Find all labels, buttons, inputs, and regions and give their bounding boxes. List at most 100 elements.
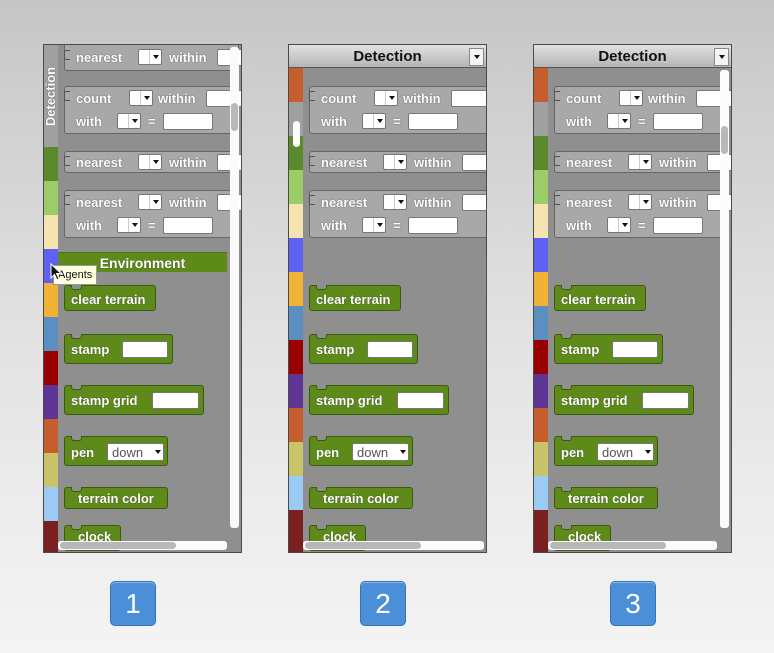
nearest-within-block[interactable]: nearest within — [554, 151, 731, 173]
agent-type-dropdown[interactable] — [619, 90, 643, 106]
stamp-block[interactable]: stamp — [64, 334, 173, 364]
stamp-block[interactable]: stamp — [554, 334, 663, 364]
trait-value-input[interactable] — [653, 113, 703, 130]
stamp-grid-input[interactable] — [152, 392, 199, 409]
trait-value-input[interactable] — [653, 217, 703, 234]
horizontal-scrollbar[interactable] — [548, 541, 717, 550]
pen-state-dropdown[interactable]: down — [597, 443, 654, 461]
trait-dropdown[interactable] — [607, 217, 631, 233]
count-within-block[interactable]: count within with = — [64, 86, 241, 134]
category-swatch[interactable] — [534, 170, 548, 204]
category-swatch[interactable] — [289, 340, 303, 374]
nearest-within-with-block[interactable]: nearest within with = — [554, 190, 731, 238]
category-swatch[interactable] — [44, 385, 58, 419]
count-within-block[interactable]: count within with = — [309, 86, 486, 134]
agent-type-dropdown[interactable] — [138, 49, 162, 65]
terrain-color-block[interactable]: terrain color — [64, 487, 168, 509]
category-swatch[interactable] — [44, 283, 58, 317]
horizontal-scrollbar[interactable] — [58, 541, 227, 550]
category-swatch[interactable] — [289, 306, 303, 340]
pen-block[interactable]: pen down — [309, 436, 413, 466]
agent-type-dropdown[interactable] — [383, 154, 407, 170]
nearest-within-block[interactable]: nearest within — [64, 151, 241, 173]
scrollbar-thumb[interactable] — [305, 542, 421, 549]
category-dropdown-header[interactable]: Detection — [289, 45, 486, 68]
pen-block[interactable]: pen down — [64, 436, 168, 466]
category-swatch[interactable] — [44, 453, 58, 487]
category-swatch[interactable] — [289, 374, 303, 408]
scrollbar-thumb[interactable] — [60, 542, 176, 549]
category-swatch[interactable] — [289, 272, 303, 306]
horizontal-scrollbar[interactable] — [303, 541, 484, 550]
stamp-grid-block[interactable]: stamp grid — [554, 385, 694, 415]
agent-type-dropdown[interactable] — [628, 194, 652, 210]
vertical-scrollbar[interactable] — [720, 70, 729, 528]
clear-terrain-block[interactable]: clear terrain — [64, 285, 156, 311]
category-swatch-detection[interactable] — [534, 102, 548, 136]
category-swatch[interactable] — [289, 510, 303, 552]
within-distance-input[interactable] — [462, 194, 486, 211]
agent-type-dropdown[interactable] — [628, 154, 652, 170]
category-swatch[interactable] — [44, 215, 58, 249]
agent-type-dropdown[interactable] — [138, 194, 162, 210]
category-swatch-agents[interactable] — [289, 238, 303, 272]
trait-value-input[interactable] — [408, 113, 458, 130]
stamp-grid-block[interactable]: stamp grid — [64, 385, 204, 415]
clear-terrain-block[interactable]: clear terrain — [554, 285, 646, 311]
nearest-within-with-block[interactable]: nearest within with = — [64, 190, 241, 238]
stamp-color-input[interactable] — [612, 341, 658, 358]
scrollbar-thumb[interactable] — [293, 121, 300, 147]
category-swatch[interactable] — [289, 476, 303, 510]
category-swatch[interactable] — [534, 272, 548, 306]
scrollbar-thumb[interactable] — [231, 103, 238, 131]
scrollbar-thumb[interactable] — [550, 542, 666, 549]
nearest-within-block[interactable]: nearest within — [309, 151, 486, 173]
trait-value-input[interactable] — [408, 217, 458, 234]
category-swatch[interactable] — [534, 476, 548, 510]
chevron-down-icon[interactable] — [469, 48, 484, 66]
category-swatch[interactable] — [44, 317, 58, 351]
category-swatch[interactable] — [289, 442, 303, 476]
trait-dropdown[interactable] — [362, 113, 386, 129]
within-distance-input[interactable] — [462, 154, 486, 171]
scrollbar-thumb[interactable] — [721, 126, 728, 154]
pen-state-dropdown[interactable]: down — [352, 443, 409, 461]
nearest-within-with-block[interactable]: nearest within with = — [309, 190, 486, 238]
stamp-color-input[interactable] — [122, 341, 168, 358]
stamp-color-input[interactable] — [367, 341, 413, 358]
category-swatch[interactable] — [534, 306, 548, 340]
category-swatch[interactable] — [534, 204, 548, 238]
stamp-grid-block[interactable]: stamp grid — [309, 385, 449, 415]
trait-dropdown[interactable] — [607, 113, 631, 129]
category-swatch[interactable] — [44, 419, 58, 453]
category-dropdown-header[interactable]: Detection — [534, 45, 731, 68]
category-swatch[interactable] — [534, 374, 548, 408]
category-swatch[interactable] — [289, 68, 303, 102]
agent-type-dropdown[interactable] — [374, 90, 398, 106]
pen-state-dropdown[interactable]: down — [107, 443, 164, 461]
category-swatch[interactable] — [534, 510, 548, 552]
category-swatch[interactable] — [44, 487, 58, 521]
vertical-scrollbar[interactable] — [291, 105, 303, 151]
category-swatch[interactable] — [289, 170, 303, 204]
category-swatch[interactable] — [289, 204, 303, 238]
trait-dropdown[interactable] — [117, 217, 141, 233]
agent-type-dropdown[interactable] — [138, 154, 162, 170]
category-swatch-environment[interactable] — [534, 136, 548, 170]
category-tab-detection[interactable]: Detection — [44, 45, 59, 147]
trait-dropdown[interactable] — [362, 217, 386, 233]
category-swatch-environment[interactable] — [44, 147, 58, 181]
terrain-color-block[interactable]: terrain color — [309, 487, 413, 509]
within-distance-input[interactable] — [451, 90, 486, 107]
agent-type-dropdown[interactable] — [129, 90, 153, 106]
stamp-block[interactable]: stamp — [309, 334, 418, 364]
chevron-down-icon[interactable] — [714, 48, 729, 66]
category-swatch[interactable] — [534, 68, 548, 102]
category-swatch[interactable] — [44, 351, 58, 385]
vertical-scrollbar[interactable] — [230, 47, 239, 528]
category-swatch[interactable] — [44, 181, 58, 215]
category-swatch[interactable] — [534, 340, 548, 374]
category-swatch[interactable] — [534, 442, 548, 476]
trait-value-input[interactable] — [163, 217, 213, 234]
stamp-grid-input[interactable] — [642, 392, 689, 409]
